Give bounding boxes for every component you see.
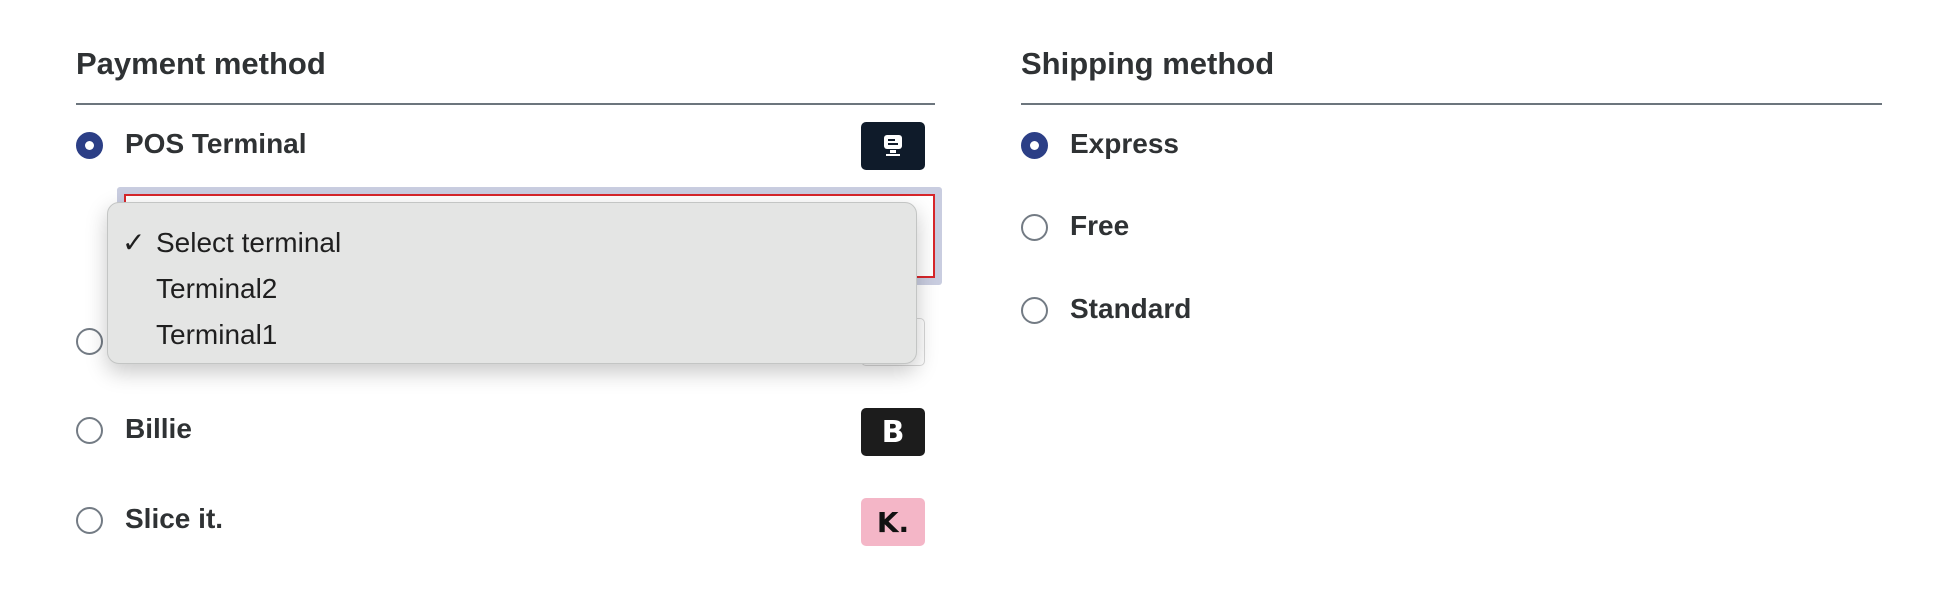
terminal-dropdown-menu: ✓ Select terminal Terminal2 Terminal1: [107, 202, 917, 364]
payment-heading-divider: [76, 103, 935, 105]
dropdown-option-terminal2[interactable]: Terminal2: [156, 273, 277, 305]
payment-method-heading: Payment method: [76, 46, 326, 81]
free-radio[interactable]: [1021, 214, 1048, 241]
slice-it-label[interactable]: Slice it.: [125, 503, 223, 535]
billie-logo: B: [861, 408, 925, 456]
shipping-heading-divider: [1021, 103, 1882, 105]
pos-terminal-icon: [861, 122, 925, 170]
slice-it-radio[interactable]: [76, 507, 103, 534]
standard-label[interactable]: Standard: [1070, 293, 1191, 325]
free-label[interactable]: Free: [1070, 210, 1129, 242]
klarna-logo: K.: [861, 498, 925, 546]
express-label[interactable]: Express: [1070, 128, 1179, 160]
standard-radio[interactable]: [1021, 297, 1048, 324]
checkmark-icon: ✓: [122, 226, 146, 259]
pos-terminal-radio[interactable]: [76, 132, 103, 159]
dropdown-option-terminal1[interactable]: Terminal1: [156, 319, 277, 351]
billie-label[interactable]: Billie: [125, 413, 192, 445]
dropdown-option-select-terminal[interactable]: Select terminal: [156, 227, 341, 259]
shipping-method-heading: Shipping method: [1021, 46, 1275, 81]
pos-terminal-label[interactable]: POS Terminal: [125, 128, 307, 160]
express-radio[interactable]: [1021, 132, 1048, 159]
billie-radio[interactable]: [76, 417, 103, 444]
hidden-option-radio[interactable]: [76, 328, 103, 355]
